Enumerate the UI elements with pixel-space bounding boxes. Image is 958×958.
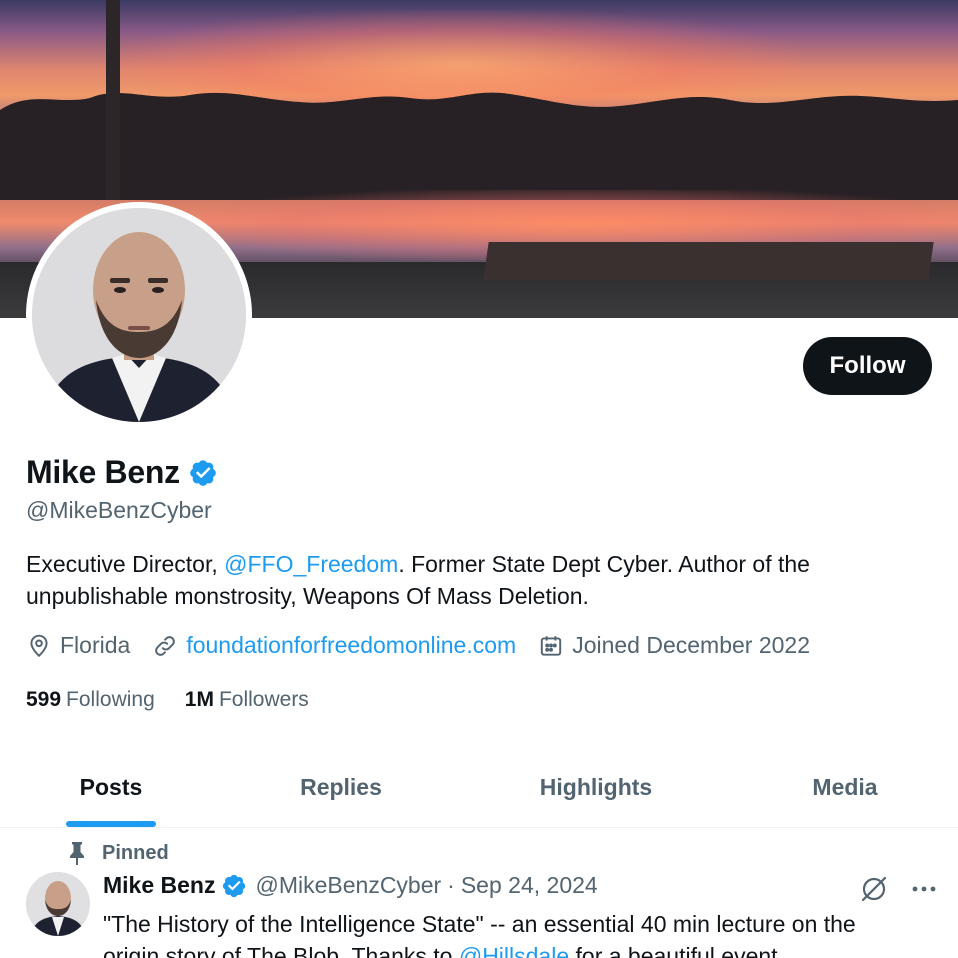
pinned-label: Pinned <box>102 841 169 864</box>
post-text-line2: origin story of The Blob. Thanks to @Hil… <box>103 940 943 958</box>
tab-media-label: Media <box>812 774 878 800</box>
pin-icon <box>70 842 84 865</box>
post-author-handle[interactable]: @MikeBenzCyber <box>255 872 441 899</box>
grok-icon[interactable] <box>858 873 890 905</box>
follow-button[interactable]: Follow <box>803 337 932 395</box>
followers-count: 1M <box>184 688 214 711</box>
tab-posts-label: Posts <box>79 774 143 800</box>
location-text: Florida <box>60 632 131 658</box>
following-count: 599 <box>26 688 62 711</box>
avatar-portrait <box>32 208 246 422</box>
tab-posts[interactable]: Posts <box>0 748 222 827</box>
bio-text: Executive Director, <box>26 551 225 577</box>
post-author-name[interactable]: Mike Benz <box>103 872 215 899</box>
profile-stats: 599 Following 1M Followers <box>26 688 339 712</box>
tab-highlights[interactable]: Highlights <box>460 748 732 827</box>
more-icon[interactable] <box>908 873 940 905</box>
profile-joined: Joined December 2022 <box>538 632 810 659</box>
profile-avatar-frame[interactable] <box>26 202 252 428</box>
post-text-segment: origin story of The Blob. Thanks to <box>103 943 459 958</box>
post-text-segment-end: for a beautiful event. <box>569 943 784 958</box>
banner-treeline <box>0 92 958 200</box>
verified-badge-icon[interactable] <box>221 873 247 899</box>
post-separator: · <box>447 872 455 898</box>
post-actions <box>858 873 940 905</box>
tab-replies[interactable]: Replies <box>222 748 460 827</box>
calendar-icon <box>541 635 562 656</box>
following-stat[interactable]: 599 Following <box>26 688 155 712</box>
joined-text: Joined December 2022 <box>572 632 811 658</box>
profile-handle: @MikeBenzCyber <box>26 497 212 523</box>
profile-name-row: Mike Benz <box>26 454 218 491</box>
active-tab-indicator <box>66 821 156 827</box>
website-link[interactable]: foundationforfreedomonline.com <box>186 632 516 659</box>
tab-highlights-label: Highlights <box>539 774 653 800</box>
location-pin-icon <box>30 634 48 657</box>
profile-display-name: Mike Benz <box>26 454 180 490</box>
profile-bio: Executive Director, @FFO_Freedom. Former… <box>26 548 926 612</box>
tab-media[interactable]: Media <box>732 748 958 827</box>
profile-tabs: Posts Replies Highlights Media <box>0 748 958 828</box>
post-body: "The History of the Intelligence State" … <box>103 908 943 958</box>
banner-dock <box>483 242 934 280</box>
banner-pole <box>106 0 120 200</box>
post-mention-link[interactable]: @Hillsdale <box>459 943 569 958</box>
followers-label: Followers <box>218 688 309 711</box>
followers-stat[interactable]: 1M Followers <box>185 688 309 712</box>
post-text-line1: "The History of the Intelligence State" … <box>103 911 856 937</box>
post-author-avatar[interactable] <box>26 872 90 936</box>
bio-mention-link[interactable]: @FFO_Freedom <box>224 551 398 577</box>
post-avatar-portrait <box>26 872 90 936</box>
post-date[interactable]: Sep 24, 2024 <box>461 872 598 899</box>
profile-location: Florida <box>26 632 130 659</box>
profile-website[interactable]: foundationforfreedomonline.com <box>152 632 516 659</box>
pinned-indicator: Pinned <box>66 840 169 866</box>
verified-badge-icon[interactable] <box>188 458 218 488</box>
tab-replies-label: Replies <box>300 774 382 800</box>
profile-meta-row: Florida foundationforfreedomonline.com J… <box>26 632 832 659</box>
avatar[interactable] <box>32 208 246 422</box>
post-header: Mike Benz @MikeBenzCyber · Sep 24, 2024 <box>103 872 598 899</box>
following-label: Following <box>66 688 155 711</box>
link-icon <box>155 635 176 656</box>
